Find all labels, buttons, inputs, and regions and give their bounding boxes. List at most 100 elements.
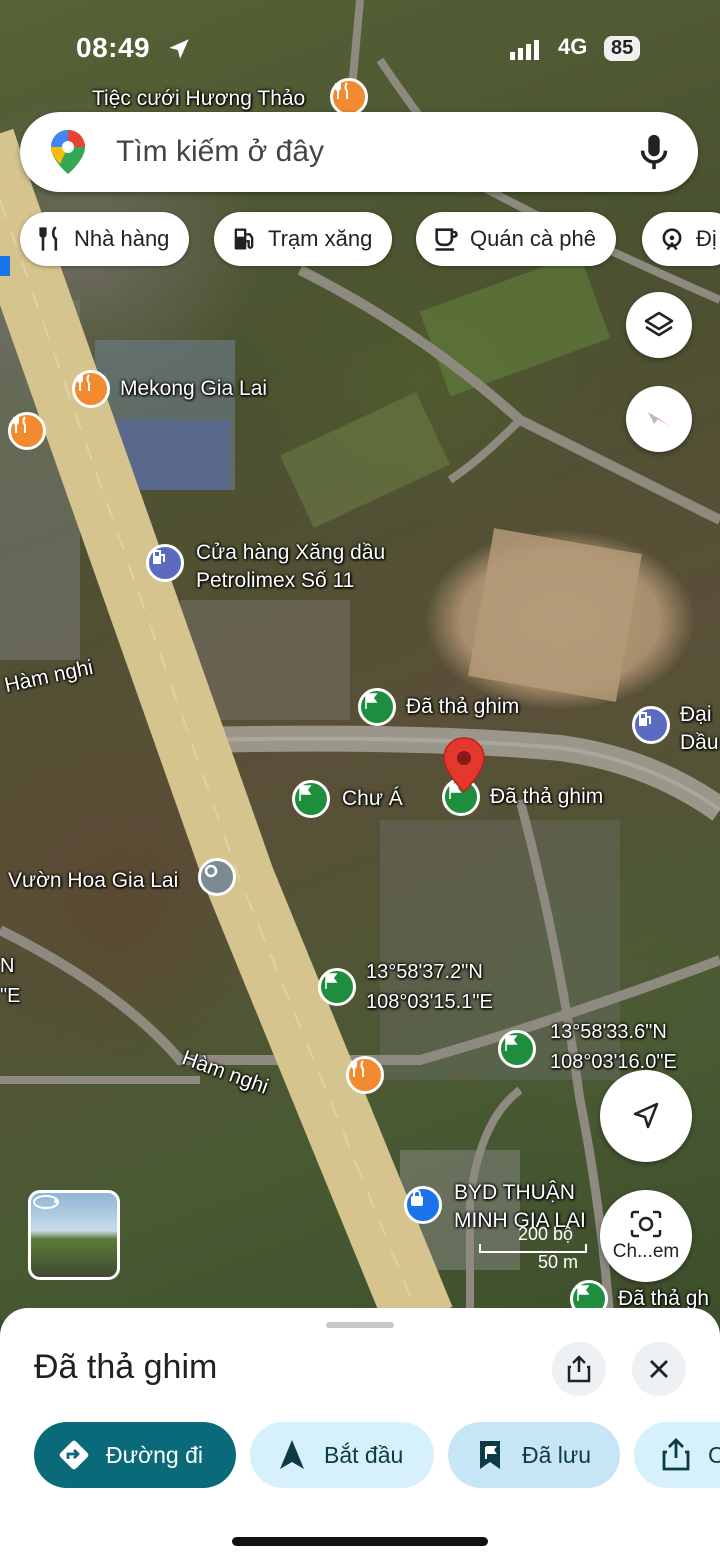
poi-label-petrolimex-line2[interactable]: Petrolimex Số 11 bbox=[196, 568, 354, 594]
lens-camera-icon bbox=[630, 1210, 662, 1238]
pin-label-top[interactable]: Đã thả ghim bbox=[406, 694, 519, 720]
coffee-cup-icon bbox=[435, 228, 458, 251]
status-bar: 08:49 4G 85 bbox=[0, 28, 720, 72]
poi-label-dai-line1[interactable]: Đại bbox=[680, 702, 712, 728]
gas-station-marker[interactable] bbox=[632, 706, 670, 744]
chip-label: Đị bbox=[696, 226, 717, 251]
flag-icon bbox=[365, 693, 378, 709]
close-button[interactable] bbox=[632, 1342, 686, 1396]
chip-gas-stations[interactable]: Trạm xăng bbox=[214, 212, 393, 266]
saved-label: Đã lưu bbox=[522, 1441, 592, 1468]
signal-dots-icon bbox=[510, 40, 539, 60]
share-icon bbox=[662, 1438, 690, 1471]
share-button[interactable] bbox=[552, 1342, 606, 1396]
coord-label-2-lat[interactable]: 13°58'33.6"N bbox=[550, 1020, 667, 1045]
park-icon bbox=[204, 864, 218, 878]
navigation-arrow-icon bbox=[633, 1102, 659, 1129]
street-view-thumbnail[interactable] bbox=[28, 1190, 120, 1280]
gas-pump-icon bbox=[153, 550, 165, 564]
camera-search-button[interactable]: Ch...em bbox=[600, 1190, 692, 1282]
bookmark-icon bbox=[480, 1441, 500, 1469]
fork-knife-icon bbox=[13, 416, 26, 433]
layers-button[interactable] bbox=[626, 292, 692, 358]
scale-imperial: 200 bộ bbox=[518, 1224, 574, 1244]
rotate-360-icon bbox=[33, 1195, 59, 1209]
chip-coffee[interactable]: Quán cà phê bbox=[416, 212, 616, 266]
dropped-pin-flag[interactable] bbox=[358, 688, 396, 726]
saved-button[interactable]: Đã lưu bbox=[448, 1422, 620, 1488]
coord-label-1-lng[interactable]: 108°03'15.1"E bbox=[366, 990, 493, 1015]
close-icon bbox=[650, 1360, 668, 1378]
dropped-pin-flag[interactable] bbox=[498, 1030, 536, 1068]
fork-knife-icon bbox=[351, 1060, 364, 1077]
dropped-pin-flag[interactable] bbox=[292, 780, 330, 818]
flag-icon bbox=[577, 1285, 590, 1301]
gas-pump-icon bbox=[234, 228, 254, 250]
fork-knife-icon bbox=[335, 82, 348, 99]
poi-label-mekong[interactable]: Mekong Gia Lai bbox=[120, 376, 267, 402]
location-arrow-icon bbox=[169, 39, 189, 59]
sheet-drag-handle[interactable] bbox=[326, 1322, 394, 1328]
poi-label-byd-line1[interactable]: BYD THUẬN bbox=[454, 1180, 575, 1206]
flag-icon bbox=[299, 785, 312, 801]
restaurant-marker[interactable] bbox=[346, 1056, 384, 1094]
compass-button[interactable] bbox=[626, 386, 692, 452]
compass-icon bbox=[648, 412, 670, 426]
start-label: Bắt đầu bbox=[324, 1441, 404, 1468]
start-button[interactable]: Bắt đầu bbox=[250, 1422, 434, 1488]
shopping-bag-icon bbox=[411, 1190, 423, 1206]
poi-label-tiec-cuoi[interactable]: Tiệc cưới Hương Thảo bbox=[92, 86, 305, 112]
directions-icon bbox=[59, 1440, 89, 1470]
chip-label: Trạm xăng bbox=[268, 226, 373, 251]
directions-button[interactable]: Đường đi bbox=[34, 1422, 236, 1488]
park-marker[interactable] bbox=[198, 858, 236, 896]
pin-label-selected[interactable]: Đã thả ghim bbox=[490, 784, 603, 810]
chip-label: Quán cà phê bbox=[470, 226, 596, 251]
fork-knife-icon bbox=[77, 374, 90, 391]
fork-knife-icon bbox=[39, 226, 58, 251]
search-bar[interactable]: Tìm kiếm ở đây bbox=[20, 112, 698, 192]
status-time: 08:49 bbox=[76, 32, 151, 63]
gas-station-marker[interactable] bbox=[146, 544, 184, 582]
microphone-icon[interactable] bbox=[636, 132, 672, 172]
layers-icon bbox=[644, 311, 674, 337]
home-indicator[interactable] bbox=[232, 1537, 488, 1546]
pin-label-chu-a[interactable]: Chư Á bbox=[342, 786, 403, 812]
chip-attractions[interactable]: Đị bbox=[642, 212, 720, 266]
map-scale: 200 bộ 50 m bbox=[478, 1224, 588, 1274]
dropped-pin-flag[interactable] bbox=[318, 968, 356, 1006]
restaurant-marker[interactable] bbox=[72, 370, 110, 408]
place-bottom-sheet: Đã thả ghim Đường đi Bắt đầu Đã lưu C bbox=[0, 1308, 720, 1560]
my-location-button[interactable] bbox=[600, 1070, 692, 1162]
action-buttons: Đường đi Bắt đầu Đã lưu C bbox=[0, 1422, 720, 1492]
camera-search-label: Ch...em bbox=[612, 1241, 680, 1262]
poi-label-vuon-hoa[interactable]: Vườn Hoa Gia Lai bbox=[8, 868, 178, 894]
car-dealer-marker[interactable] bbox=[404, 1186, 442, 1224]
scale-metric: 50 m bbox=[538, 1252, 579, 1272]
share-action-label: C bbox=[708, 1441, 720, 1468]
chip-restaurants[interactable]: Nhà hàng bbox=[20, 212, 190, 266]
network-type: 4G bbox=[558, 34, 588, 59]
google-maps-pin-icon bbox=[51, 130, 85, 174]
red-location-pin-icon[interactable] bbox=[442, 736, 486, 796]
chip-label: Nhà hàng bbox=[74, 226, 170, 251]
edge-label-n: N bbox=[0, 955, 15, 977]
restaurant-marker[interactable] bbox=[330, 78, 368, 116]
flag-icon bbox=[505, 1035, 518, 1051]
coord-label-1-lat[interactable]: 13°58'37.2"N bbox=[366, 960, 483, 985]
attraction-icon bbox=[662, 228, 682, 251]
category-chips: Nhà hàng Trạm xăng Quán cà phê Đị bbox=[20, 212, 720, 268]
battery-level: 85 bbox=[604, 36, 641, 61]
search-input[interactable]: Tìm kiếm ở đây bbox=[116, 135, 636, 169]
share-icon bbox=[567, 1355, 591, 1383]
poi-label-petrolimex-line1[interactable]: Cửa hàng Xăng dầu bbox=[196, 540, 385, 566]
edge-label-e: "E bbox=[0, 985, 21, 1007]
poi-label-dai-line2[interactable]: Dầu bbox=[680, 730, 719, 756]
flag-icon bbox=[325, 973, 338, 989]
directions-label: Đường đi bbox=[106, 1441, 203, 1468]
share-action-button[interactable]: C bbox=[634, 1422, 720, 1488]
restaurant-marker[interactable] bbox=[8, 412, 46, 450]
gas-pump-icon bbox=[639, 712, 651, 726]
place-title: Đã thả ghim bbox=[34, 1348, 218, 1386]
navigation-arrow-icon bbox=[280, 1440, 304, 1469]
